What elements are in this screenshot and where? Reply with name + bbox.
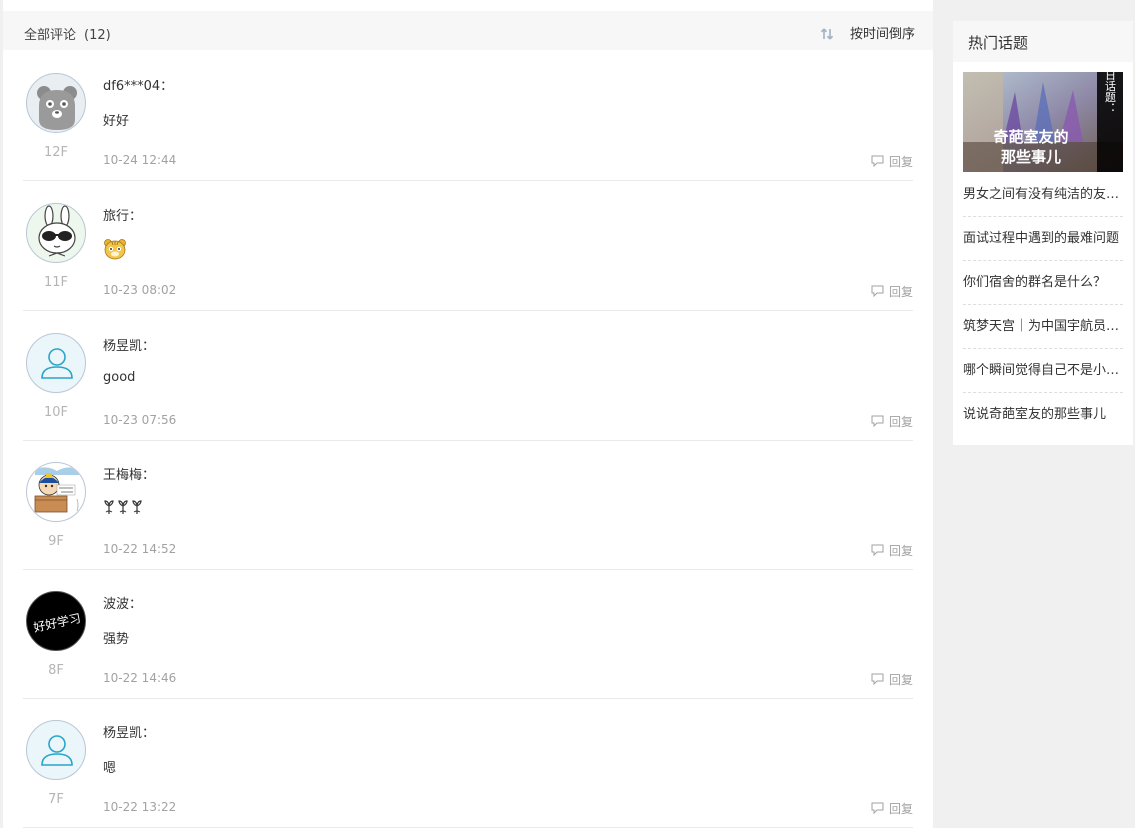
comment-time: 10-23 07:56	[103, 413, 177, 427]
reply-label: 回复	[888, 415, 913, 429]
floor-number: 10F	[43, 405, 69, 420]
comment-bubble-icon	[871, 282, 884, 301]
topic-link[interactable]: 说说奇葩室友的那些事儿	[963, 393, 1123, 437]
reply-label: 回复	[888, 802, 913, 816]
comment-bubble-icon	[871, 152, 884, 171]
comment-item: 12F df6***04： 好好 10-24 12:44 回复	[23, 51, 913, 181]
image-caption-main-2: 那些事儿	[1001, 148, 1061, 166]
sort-arrows-icon	[820, 26, 834, 40]
bear-avatar[interactable]	[26, 73, 86, 133]
comment-text: 强势	[103, 632, 130, 647]
topic-link[interactable]: 筑梦天宫｜为中国宇航员加油	[963, 305, 1123, 349]
sidebar-header: 热门话题	[953, 21, 1133, 62]
reply-button[interactable]: 回复	[871, 152, 913, 171]
comment-username[interactable]: 波波：	[103, 593, 142, 612]
sprout-emoji-icon	[103, 498, 145, 520]
comments-title: 全部评论 (12)	[24, 24, 111, 43]
comment-bubble-icon	[871, 541, 884, 560]
comment-bubble-icon	[871, 799, 884, 818]
reply-button[interactable]: 回复	[871, 282, 913, 301]
comment-time: 10-22 14:52	[103, 542, 177, 556]
featured-topic-image[interactable]: 今日话题： 奇葩室友的 那些事儿	[963, 72, 1123, 172]
comment-item: 9F 王梅梅： 10-22 14:52 回复	[23, 440, 913, 570]
image-caption-main-1: 奇葩室友的	[993, 128, 1068, 146]
comment-time: 10-22 14:46	[103, 671, 177, 685]
default-user-avatar[interactable]	[26, 720, 86, 780]
comments-title-label: 全部评论	[24, 28, 77, 43]
comment-bubble-icon	[871, 670, 884, 689]
comment-item: 10F 杨昱凯： good 10-23 07:56 回复	[23, 311, 913, 441]
comment-text: 嗯	[103, 761, 117, 776]
comments-panel: 全部评论 (12) 按时间倒序 12F df6***04： 好好 10-24 1…	[3, 0, 933, 828]
reply-label: 回复	[888, 155, 913, 169]
comments-header: 全部评论 (12) 按时间倒序	[3, 11, 933, 50]
comment-username[interactable]: df6***04：	[103, 75, 173, 94]
comment-item: 好好学习 8F 波波： 强势 10-22 14:46 回复	[23, 569, 913, 699]
topic-list: 男女之间有没有纯洁的友谊？ 面试过程中遇到的最难问题 你们宿舍的群名是什么？ 筑…	[963, 173, 1123, 437]
comment-username[interactable]: 杨昱凯：	[103, 722, 155, 741]
comment-time: 10-23 08:02	[103, 283, 177, 297]
floor-number: 11F	[43, 275, 69, 290]
topic-link[interactable]: 男女之间有没有纯洁的友谊？	[963, 173, 1123, 217]
rabbit-sunglasses-avatar[interactable]	[26, 203, 86, 263]
comment-item: 11F 旅行： 10-23 08:02 回复	[23, 181, 913, 311]
floor-number: 12F	[43, 145, 69, 160]
floor-number: 9F	[48, 534, 64, 549]
comment-text: 好好	[103, 114, 130, 129]
reply-button[interactable]: 回复	[871, 799, 913, 818]
topic-link[interactable]: 你们宿舍的群名是什么？	[963, 261, 1123, 305]
sort-toggle[interactable]: 按时间倒序	[820, 23, 915, 42]
comment-username[interactable]: 杨昱凯：	[103, 335, 155, 354]
reply-button[interactable]: 回复	[871, 412, 913, 431]
comment-text: good	[103, 370, 136, 385]
comments-count: (12)	[84, 28, 111, 43]
sidebar-title: 热门话题	[968, 34, 1029, 52]
comment-username[interactable]: 王梅梅：	[103, 464, 155, 483]
comment-time: 10-22 13:22	[103, 800, 177, 814]
topic-link[interactable]: 哪个瞬间觉得自己不是小孩了	[963, 349, 1123, 393]
hot-topics-sidebar: 热门话题 今日话题： 奇葩室友的 那些事儿 男女之间有没有纯洁的友谊？ 面试过程…	[953, 21, 1133, 445]
haohaoxuexi-avatar[interactable]: 好好学习	[26, 591, 86, 651]
floor-number: 7F	[48, 792, 64, 807]
avatar-text: 好好学习	[32, 610, 82, 635]
tiger-emoji-icon	[103, 238, 127, 264]
reply-button[interactable]: 回复	[871, 541, 913, 560]
reply-label: 回复	[888, 673, 913, 687]
reply-label: 回复	[888, 544, 913, 558]
image-caption-vertical: 今日话题：	[1104, 72, 1117, 114]
default-user-avatar[interactable]	[26, 333, 86, 393]
comment-username[interactable]: 旅行：	[103, 205, 142, 224]
floor-number: 8F	[48, 663, 64, 678]
sort-label: 按时间倒序	[849, 27, 915, 42]
reply-button[interactable]: 回复	[871, 670, 913, 689]
comment-bubble-icon	[871, 412, 884, 431]
comment-item: 7F 杨昱凯： 嗯 10-22 13:22 回复	[23, 698, 913, 828]
topic-link[interactable]: 面试过程中遇到的最难问题	[963, 217, 1123, 261]
comment-time: 10-24 12:44	[103, 153, 177, 167]
reply-label: 回复	[888, 285, 913, 299]
cartoon-box-avatar[interactable]	[26, 462, 86, 522]
